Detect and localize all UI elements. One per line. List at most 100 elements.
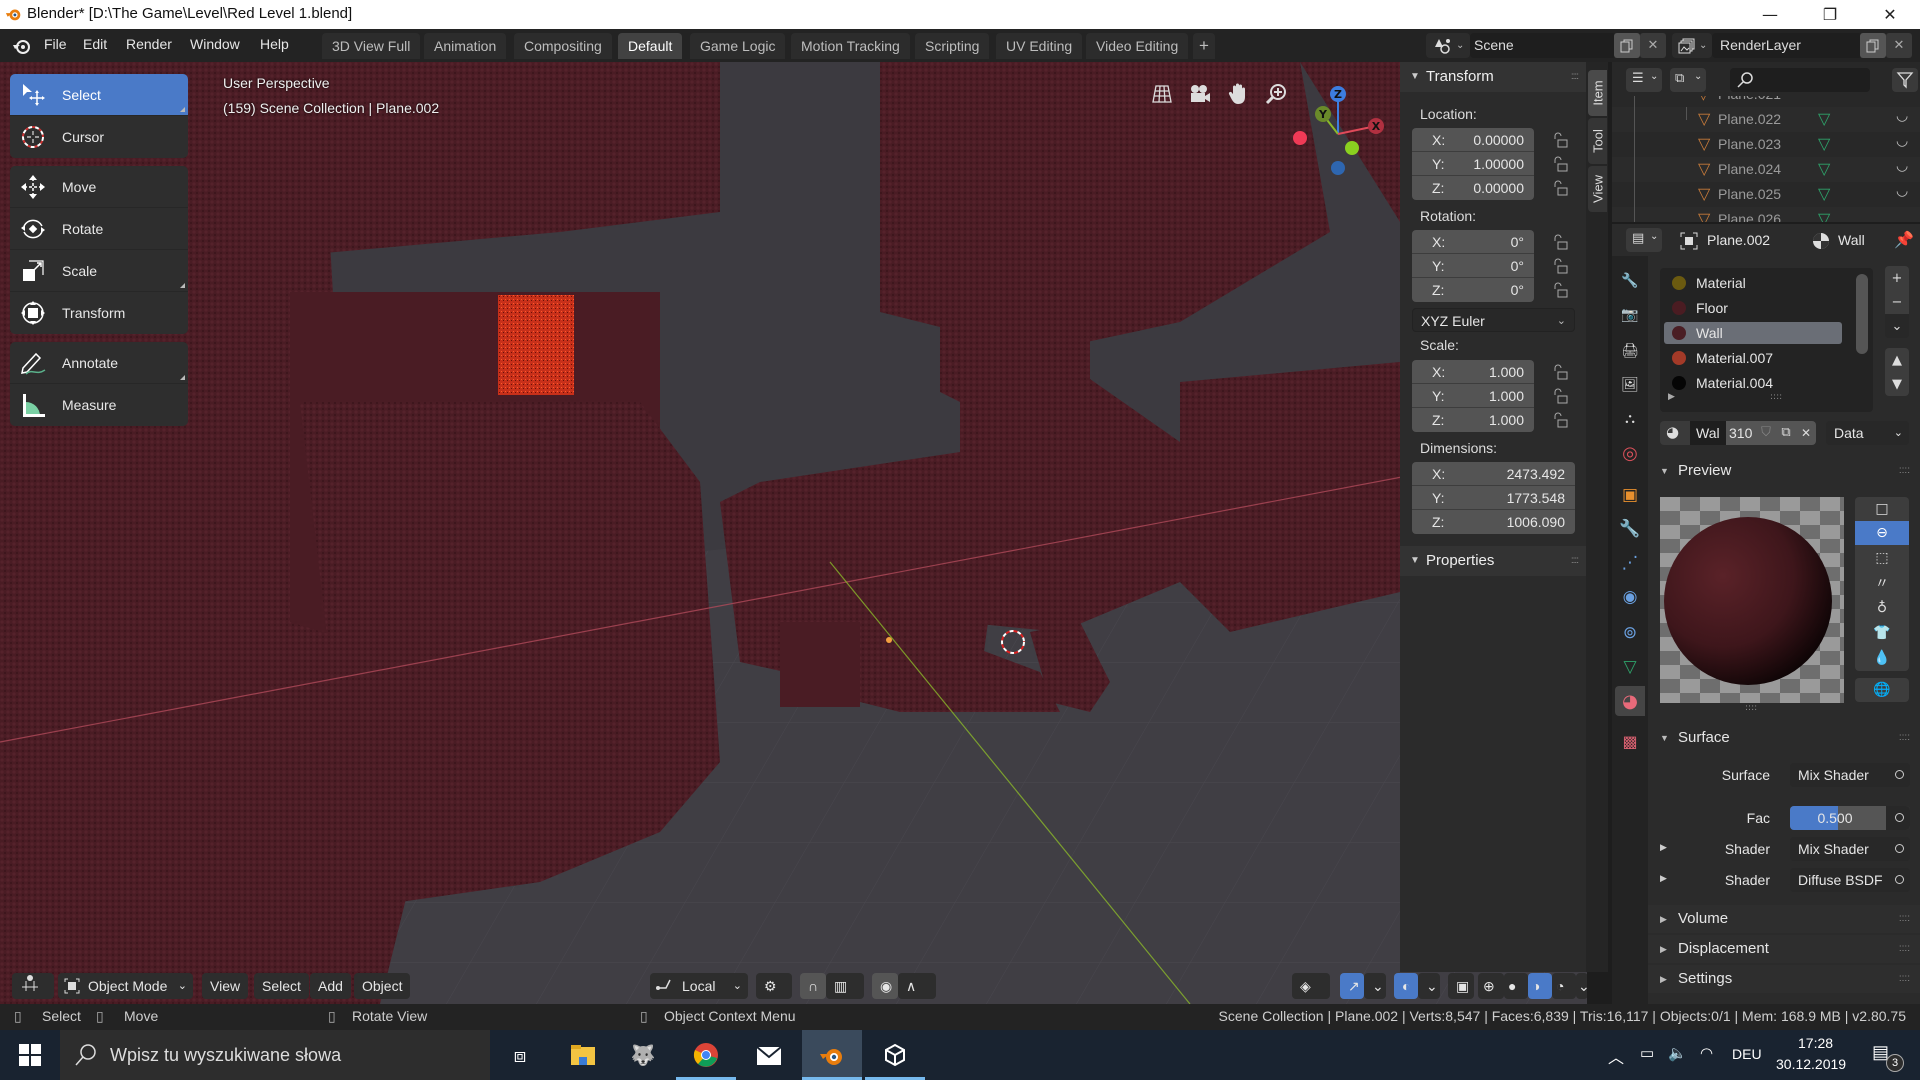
workspace-tab-3d-view-full[interactable]: 3D View Full	[322, 33, 421, 59]
material-slot[interactable]: Floor	[1664, 297, 1842, 319]
workspace-tab-uv-editing[interactable]: UV Editing	[996, 33, 1083, 59]
snap-toggle[interactable]: ∩	[800, 973, 826, 999]
context-object-name[interactable]: Plane.002	[1707, 232, 1770, 248]
falloff-dropdown[interactable]: ∧	[898, 973, 936, 999]
tab-render[interactable]: 📷	[1615, 300, 1645, 330]
material-name-field[interactable]: Wal	[1690, 421, 1726, 445]
battery-icon[interactable]: ▭	[1640, 1044, 1654, 1062]
new-scene-button[interactable]	[1614, 33, 1640, 58]
visibility-eye-icon[interactable]: ◡	[1896, 157, 1908, 174]
tab-physics[interactable]: ◉	[1615, 582, 1645, 612]
lock-icon[interactable]	[1552, 282, 1568, 298]
maximize-button[interactable]: ❐	[1800, 0, 1860, 29]
material-specials-dropdown[interactable]: ⌄	[1885, 314, 1909, 338]
menu-edit[interactable]: Edit	[83, 36, 107, 52]
solid-shading-button[interactable]: ●	[1504, 973, 1528, 999]
material-slot[interactable]: Material.004	[1664, 372, 1842, 394]
editor-type-button[interactable]	[12, 973, 54, 999]
mesh-data-icon[interactable]: ▽	[1818, 134, 1830, 154]
proportional-edit-toggle[interactable]: ◉	[872, 973, 898, 999]
workspace-tab-game-logic[interactable]: Game Logic	[690, 33, 786, 59]
mesh-data-icon[interactable]: ▽	[1818, 159, 1830, 179]
expand-shader-icon[interactable]: ▶	[1660, 843, 1667, 853]
drag-handle-icon[interactable]: ::::	[1899, 965, 1910, 993]
start-button[interactable]	[0, 1030, 60, 1080]
material-users-count[interactable]: 310	[1726, 421, 1756, 445]
scale-y-field[interactable]: Y: 1.000	[1412, 384, 1534, 408]
add-menu[interactable]: Add	[310, 973, 351, 999]
material-list-scrollbar[interactable]	[1856, 274, 1868, 354]
workspace-tab-default[interactable]: Default	[618, 33, 683, 59]
preview-cloth-button[interactable]: 👕	[1855, 621, 1909, 645]
select-menu[interactable]: Select	[254, 973, 309, 999]
input-language[interactable]: DEU	[1732, 1046, 1762, 1062]
lock-icon[interactable]	[1552, 388, 1568, 404]
workspace-tab-scripting[interactable]: Scripting	[915, 33, 990, 59]
scene-browse-button[interactable]: ⌄	[1426, 33, 1470, 58]
outliner-row[interactable]: ▽ Plane.023 ▽ ◡	[1612, 132, 1920, 157]
workspace-tab-compositing[interactable]: Compositing	[514, 33, 612, 59]
browse-material-button[interactable]: ◕	[1660, 421, 1690, 445]
lock-icon[interactable]	[1552, 180, 1568, 196]
shader-1-field[interactable]: Mix Shader	[1790, 837, 1910, 861]
minimize-button[interactable]: —	[1740, 0, 1800, 29]
chrome-button[interactable]	[676, 1030, 736, 1080]
show-hidden-icons-button[interactable]: ︿	[1608, 1044, 1624, 1068]
tab-scene[interactable]: ⛬	[1615, 404, 1645, 434]
location-y-field[interactable]: Y: 1.00000	[1412, 152, 1534, 176]
show-overlays-toggle[interactable]: ◐	[1394, 973, 1418, 999]
add-material-slot-button[interactable]: +	[1885, 266, 1909, 290]
transform-panel-header[interactable]: ▼ Transform ::::	[1400, 62, 1586, 92]
rotation-x-field[interactable]: X: 0°	[1412, 230, 1534, 254]
lock-icon[interactable]	[1552, 412, 1568, 428]
material-slot-selected[interactable]: Wall	[1664, 322, 1842, 344]
location-x-field[interactable]: X: 0.00000	[1412, 128, 1534, 152]
3d-viewport[interactable]: User Perspective (159) Scene Collection …	[0, 62, 1587, 1004]
object-menu[interactable]: Object	[354, 973, 411, 999]
pan-view-button[interactable]	[1224, 80, 1252, 108]
fake-user-button[interactable]: ⛉	[1756, 421, 1776, 445]
mesh-data-icon[interactable]: ▽	[1818, 109, 1830, 129]
preview-cube-button[interactable]: ⬚	[1855, 546, 1909, 570]
scale-z-field[interactable]: Z: 1.000	[1412, 408, 1534, 432]
overlays-dropdown[interactable]: ⌄	[1418, 973, 1440, 999]
outliner-row[interactable]: ▽ Plane.025 ▽ ◡	[1612, 182, 1920, 207]
clock-time[interactable]: 17:28	[1798, 1035, 1833, 1051]
taskbar-search-input[interactable]: Wpisz tu wyszukiwane słowa	[60, 1030, 490, 1080]
menu-render[interactable]: Render	[126, 36, 172, 52]
blender-menu-icon[interactable]	[12, 36, 32, 56]
preview-hair-button[interactable]: 〃	[1855, 571, 1909, 595]
drag-handle-icon[interactable]: ::::	[1899, 724, 1910, 752]
dimensions-x-field[interactable]: X: 2473.492	[1412, 462, 1575, 486]
gizmo-neg-x[interactable]	[1293, 131, 1307, 145]
context-material-name[interactable]: Wall	[1838, 232, 1865, 248]
tab-constraints[interactable]: ⊚	[1615, 618, 1645, 648]
shading-dropdown[interactable]: ⌄	[1576, 973, 1587, 999]
close-window-button[interactable]: ✕	[1860, 0, 1920, 29]
scale-x-field[interactable]: X: 1.000	[1412, 360, 1534, 384]
tool-cursor[interactable]: Cursor	[10, 116, 188, 158]
toggle-grid-view-button[interactable]	[1148, 80, 1176, 108]
lock-icon[interactable]	[1552, 156, 1568, 172]
preview-world-toggle[interactable]: 🌐	[1855, 678, 1909, 702]
tab-object[interactable]: ▣	[1615, 480, 1645, 510]
tab-output[interactable]: 🖨	[1615, 336, 1645, 366]
outliner-search-input[interactable]	[1730, 68, 1870, 92]
navigation-gizmo[interactable]: Z Y X	[1280, 76, 1400, 186]
tab-item[interactable]: Item	[1588, 70, 1607, 116]
gizmo-neg-y[interactable]	[1345, 141, 1359, 155]
new-view-layer-button[interactable]	[1860, 33, 1886, 58]
properties-editor-type-button[interactable]: ▤ ⌄	[1626, 228, 1662, 252]
expand-shader-icon[interactable]: ▶	[1660, 874, 1667, 884]
preview-section-header[interactable]: ▼ Preview::::	[1648, 457, 1920, 485]
fac-slider[interactable]: 0.500	[1790, 806, 1910, 830]
lock-icon[interactable]	[1552, 364, 1568, 380]
clock-date[interactable]: 30.12.2019	[1776, 1056, 1846, 1072]
mail-button[interactable]	[739, 1030, 799, 1080]
tab-tool-settings[interactable]: 🔧	[1615, 266, 1645, 296]
menu-window[interactable]: Window	[190, 36, 240, 52]
remove-material-slot-button[interactable]: −	[1885, 290, 1909, 314]
view-layer-browse-button[interactable]: ⌄	[1672, 33, 1712, 58]
workspace-tab-video-editing[interactable]: Video Editing	[1086, 33, 1189, 59]
tool-rotate[interactable]: Rotate	[10, 208, 188, 250]
